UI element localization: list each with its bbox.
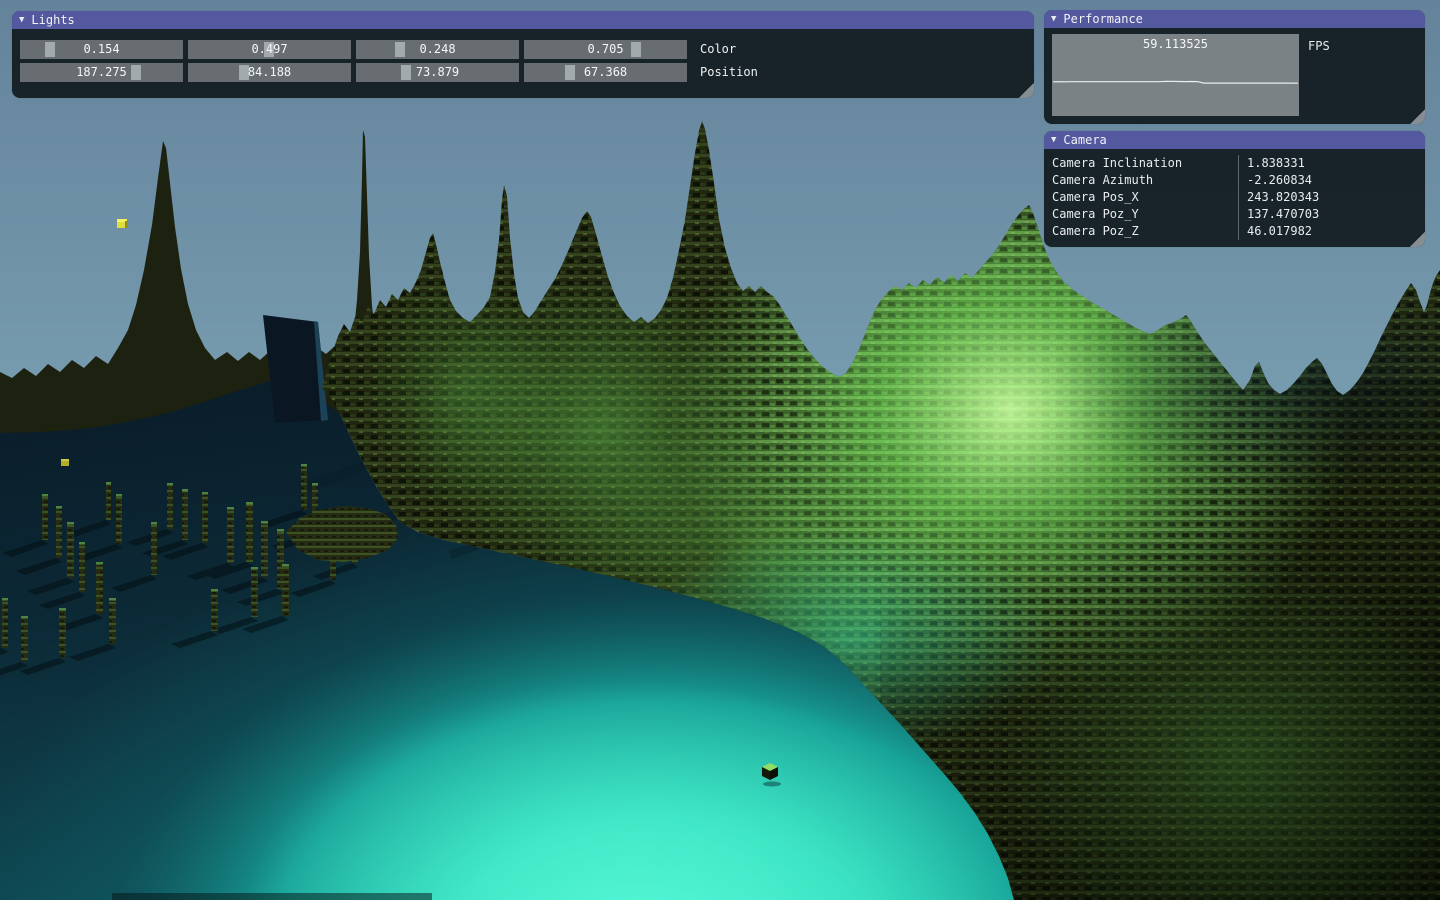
- panel-title: Lights: [31, 13, 74, 27]
- light-cube-yellow-small: [61, 459, 69, 466]
- light-color-slider-1[interactable]: 0.154: [20, 40, 183, 59]
- app-window: ▼ Lights 0.154 0.497 0.248 0.7: [0, 0, 1440, 900]
- slider-value: 84.188: [188, 63, 351, 82]
- camera-row-label: Camera Poz_Y: [1044, 206, 1238, 223]
- camera-row-label: Camera Poz_Z: [1044, 223, 1238, 240]
- fps-line-series: [1053, 81, 1298, 83]
- light-color-slider-4[interactable]: 0.705: [524, 40, 687, 59]
- light-position-slider-3[interactable]: 73.879: [356, 63, 519, 82]
- color-slider-row: 0.154 0.497 0.248 0.705 Color: [20, 40, 1026, 59]
- fps-unit-label: FPS: [1308, 34, 1330, 116]
- camera-row-pos-y: Camera Poz_Y 137.470703: [1044, 206, 1425, 223]
- lights-panel-body: 0.154 0.497 0.248 0.705 Color: [12, 29, 1034, 82]
- camera-row-azimuth: Camera Azimuth -2.260834: [1044, 172, 1425, 189]
- performance-panel: ▼ Performance 59.113525 FPS: [1044, 10, 1425, 124]
- slider-value: 0.497: [188, 40, 351, 59]
- camera-row-label: Camera Inclination: [1044, 155, 1238, 172]
- camera-row-value: 1.838331: [1238, 155, 1425, 172]
- light-position-slider-1[interactable]: 187.275: [20, 63, 183, 82]
- camera-row-inclination: Camera Inclination 1.838331: [1044, 155, 1425, 172]
- performance-panel-header[interactable]: ▼ Performance: [1044, 10, 1425, 28]
- collapse-arrow-icon[interactable]: ▼: [1051, 131, 1056, 149]
- color-row-label: Color: [700, 40, 736, 59]
- light-color-slider-2[interactable]: 0.497: [188, 40, 351, 59]
- performance-panel-body: 59.113525 FPS: [1044, 28, 1425, 116]
- slider-value: 0.248: [356, 40, 519, 59]
- resize-grip-icon[interactable]: [1410, 109, 1425, 124]
- position-slider-row: 187.275 84.188 73.879 67.368 Position: [20, 63, 1026, 82]
- slider-value: 67.368: [524, 63, 687, 82]
- camera-row-label: Camera Pos_X: [1044, 189, 1238, 206]
- resize-grip-icon[interactable]: [1410, 232, 1425, 247]
- camera-row-value: 137.470703: [1238, 206, 1425, 223]
- camera-row-value: 46.017982: [1238, 223, 1425, 240]
- light-position-slider-4[interactable]: 67.368: [524, 63, 687, 82]
- panel-title: Camera: [1063, 133, 1106, 147]
- lights-panel: ▼ Lights 0.154 0.497 0.248 0.7: [12, 11, 1034, 98]
- light-color-slider-3[interactable]: 0.248: [356, 40, 519, 59]
- slider-value: 187.275: [20, 63, 183, 82]
- camera-row-pos-x: Camera Pos_X 243.820343: [1044, 189, 1425, 206]
- slider-value: 0.154: [20, 40, 183, 59]
- camera-row-value: 243.820343: [1238, 189, 1425, 206]
- light-position-slider-2[interactable]: 84.188: [188, 63, 351, 82]
- camera-panel-header[interactable]: ▼ Camera: [1044, 131, 1425, 149]
- camera-row-value: -2.260834: [1238, 172, 1425, 189]
- slider-value: 0.705: [524, 40, 687, 59]
- camera-panel-body: Camera Inclination 1.838331 Camera Azimu…: [1044, 149, 1425, 240]
- lights-panel-header[interactable]: ▼ Lights: [12, 11, 1034, 29]
- fps-overlay-value: 59.113525: [1052, 37, 1299, 51]
- collapse-arrow-icon[interactable]: ▼: [19, 11, 24, 29]
- camera-row-label: Camera Azimuth: [1044, 172, 1238, 189]
- collapse-arrow-icon[interactable]: ▼: [1051, 10, 1056, 28]
- light-cube-yellow: [117, 219, 127, 228]
- camera-panel: ▼ Camera Camera Inclination 1.838331 Cam…: [1044, 131, 1425, 247]
- resize-grip-icon[interactable]: [1019, 83, 1034, 98]
- position-row-label: Position: [700, 63, 758, 82]
- slider-value: 73.879: [356, 63, 519, 82]
- panel-title: Performance: [1063, 12, 1142, 26]
- fps-plot: 59.113525: [1052, 34, 1299, 116]
- camera-row-pos-z: Camera Poz_Z 46.017982: [1044, 223, 1425, 240]
